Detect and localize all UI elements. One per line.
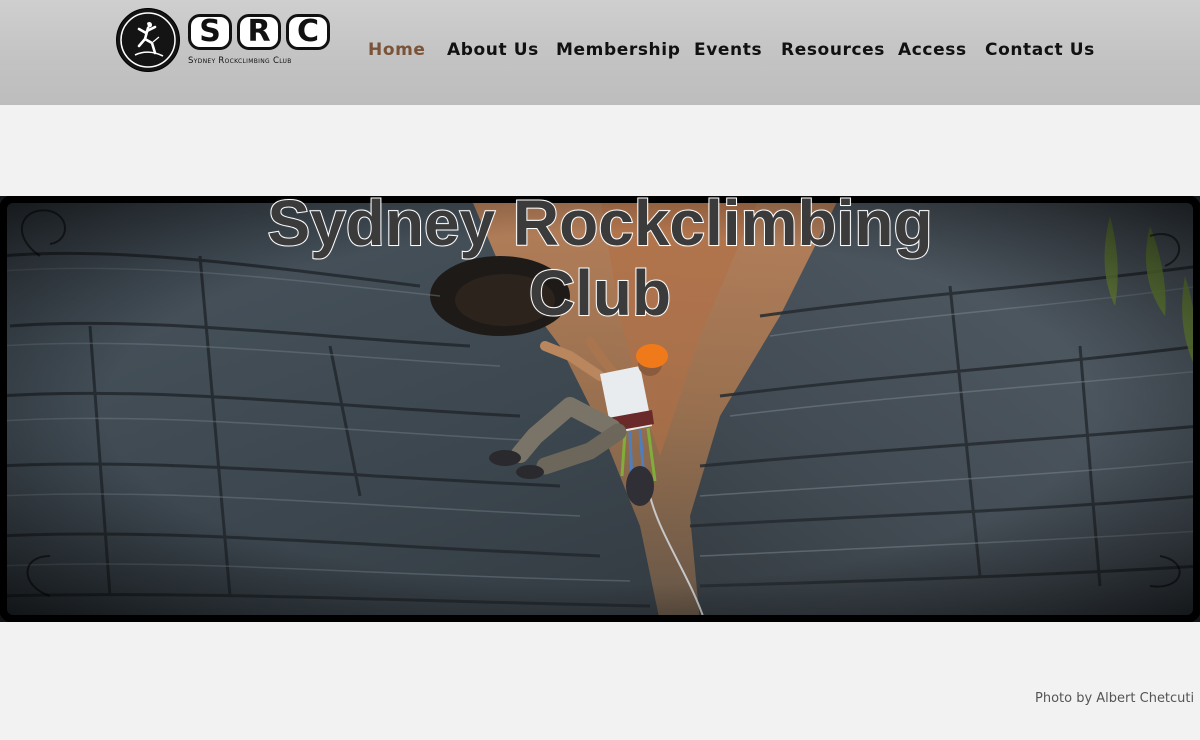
nav-item-membership[interactable]: Membership <box>556 40 680 60</box>
site-header: S R C Sydney Rockclimbing Club Home Abou… <box>0 0 1200 105</box>
nav-item-contact-us[interactable]: Contact Us <box>985 40 1095 60</box>
nav-item-about-us[interactable]: About Us <box>447 40 539 60</box>
nav-item-resources[interactable]: Resources <box>781 40 885 60</box>
main-nav: Home About Us Membership Events Resource… <box>0 40 1200 66</box>
nav-item-events[interactable]: Events <box>694 40 762 60</box>
nav-item-access[interactable]: Access <box>898 40 967 60</box>
photo-credit: Photo by Albert Chetcuti <box>1035 691 1195 706</box>
nav-item-home[interactable]: Home <box>368 40 426 60</box>
hero-banner: Sydney Rockclimbing Club <box>0 196 1200 622</box>
hero-title: Sydney Rockclimbing Club <box>266 196 933 329</box>
